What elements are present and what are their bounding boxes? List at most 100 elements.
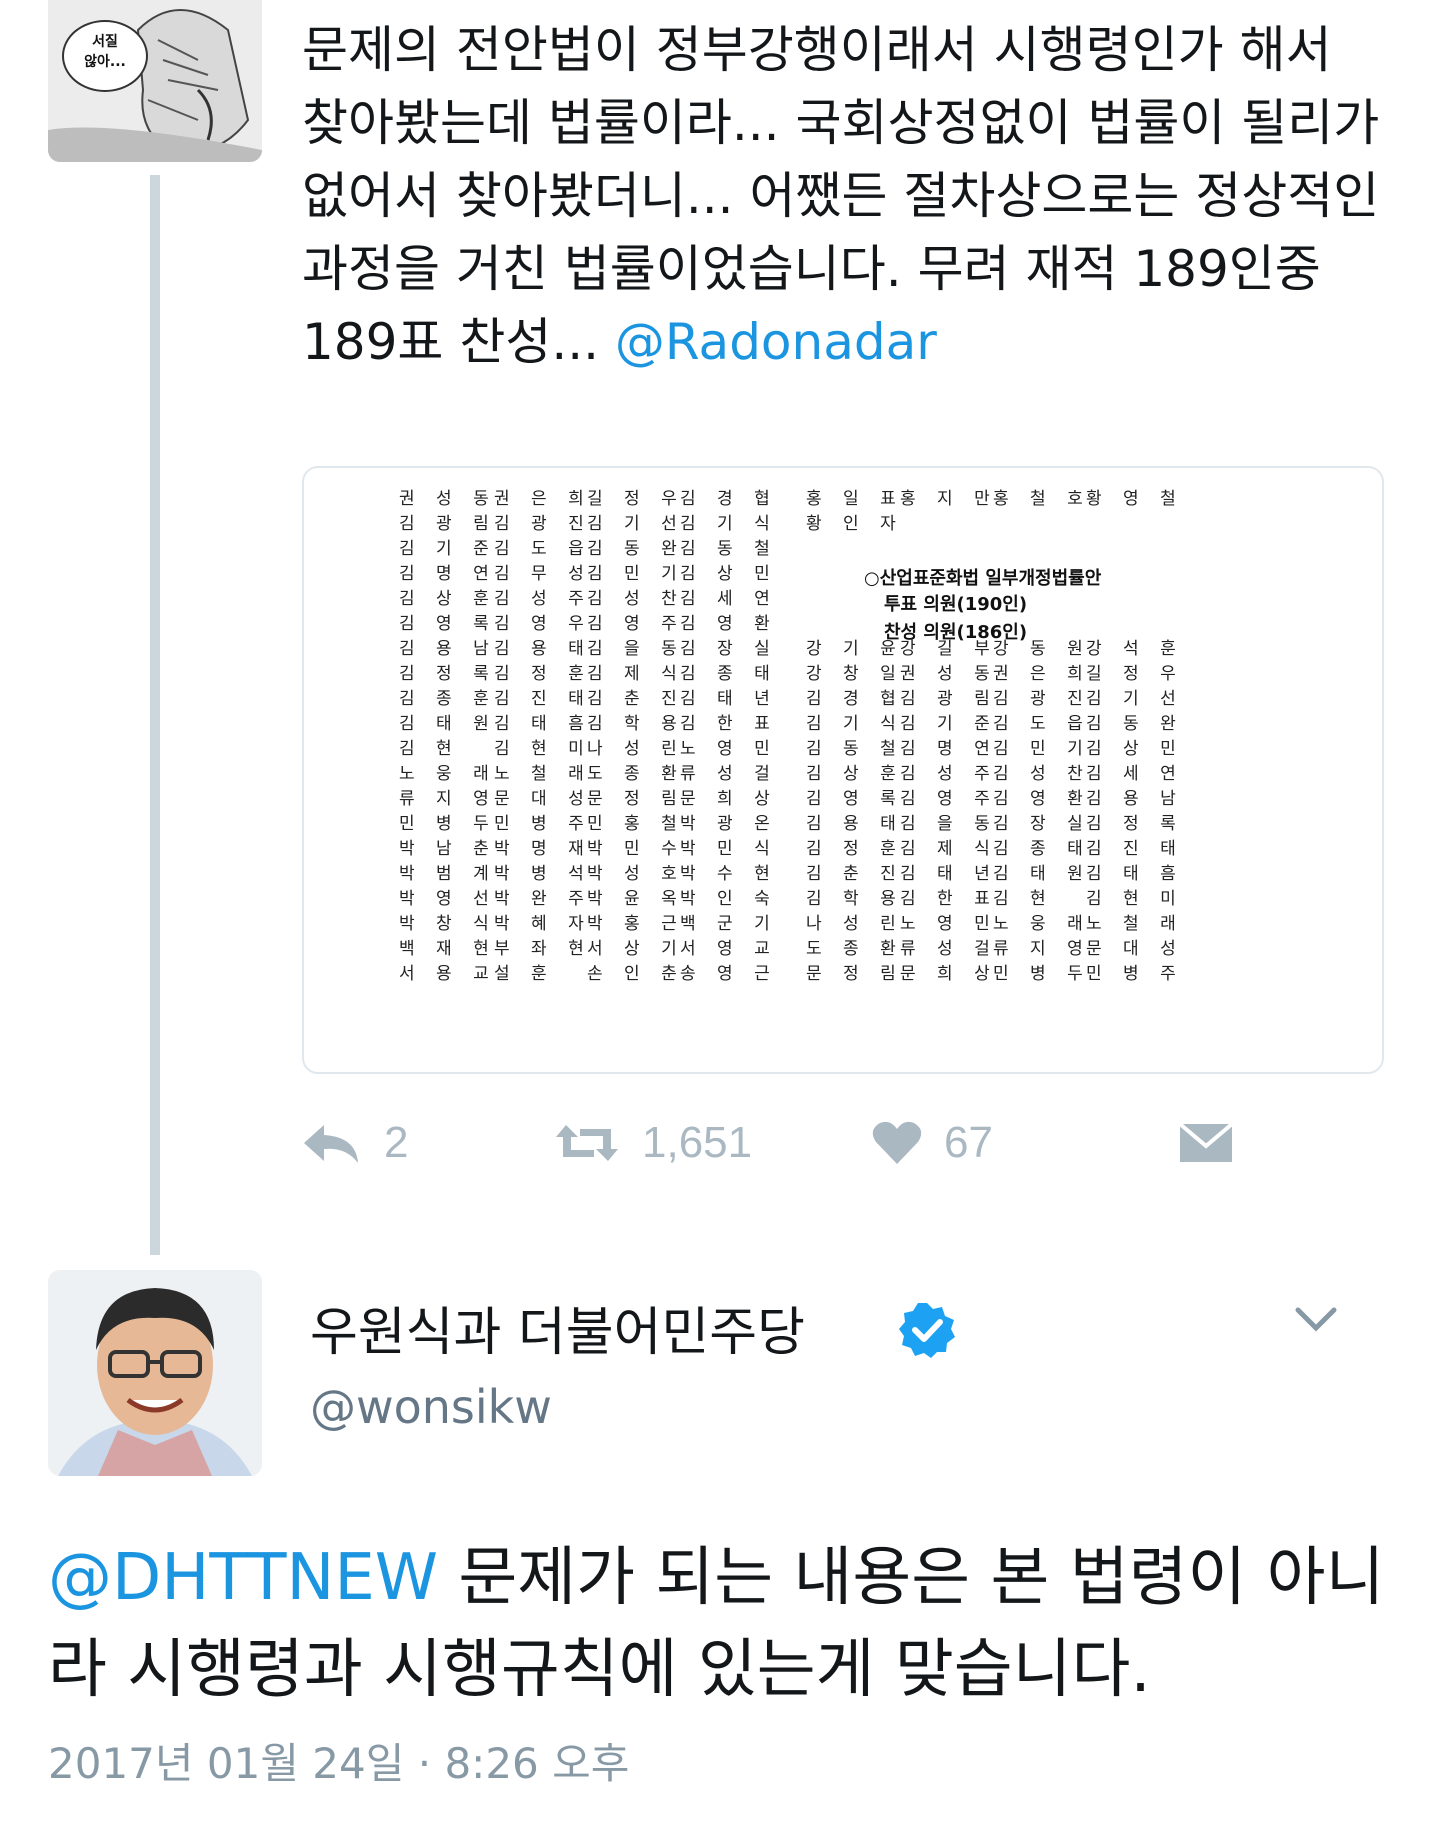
reply-mention-link[interactable]: @DHTTNEW <box>48 1541 438 1615</box>
member-name: 김 현 <box>993 889 1054 909</box>
member-name: 류 지 영 <box>993 939 1091 959</box>
member-name: 손 인 춘 <box>587 964 685 984</box>
member-name: 민 병 두 <box>993 964 1091 984</box>
member-name: 김 태 흠 <box>494 714 592 734</box>
display-name[interactable]: 우원식과 더불어민주당 <box>310 1290 805 1365</box>
member-name: 권 성 동 <box>900 664 998 684</box>
member-name: 박 명 재 <box>494 839 592 859</box>
member-name: 강 동 원 <box>993 639 1091 659</box>
member-name: 백 군 기 <box>680 914 778 934</box>
member-name: 강 창 일 <box>806 664 904 684</box>
member-name: 박 민 식 <box>680 839 778 859</box>
member-name: 권 은 희 <box>993 664 1091 684</box>
member-name: 김 학 용 <box>587 714 685 734</box>
member-name: 김 정 록 <box>1086 814 1184 834</box>
member-name: 김 영 주 <box>587 614 685 634</box>
attached-image[interactable]: 권 성 동김 광 림김 기 준김 명 연김 상 훈김 영 록김 용 남김 정 록… <box>302 466 1384 1074</box>
member-name: 류 성 걸 <box>680 764 778 784</box>
heart-icon <box>872 1121 922 1164</box>
member-name: 강 기 윤 <box>806 639 904 659</box>
reply-tweet-text: @DHTTNEW 문제가 되는 내용은 본 법령이 아니라 시행령과 시행규칙에… <box>48 1532 1408 1716</box>
member-name: 노 영 민 <box>900 914 998 934</box>
like-button[interactable]: 67 <box>872 1108 993 1178</box>
member-name: 김 진 태 <box>1086 839 1184 859</box>
member-name: 김 광 림 <box>900 689 998 709</box>
tweet-timestamp[interactable]: 2017년 01월 24일 · 8:26 오후 <box>48 1730 629 1791</box>
retweet-count: 1,651 <box>642 1118 753 1167</box>
member-name: 박 병 석 <box>494 864 592 884</box>
envelope-icon <box>1178 1122 1234 1162</box>
member-name: 나 성 린 <box>806 914 904 934</box>
member-name: 김 용 태 <box>494 639 592 659</box>
member-name: 노 철 래 <box>1086 914 1184 934</box>
reply-button[interactable]: 2 <box>302 1108 408 1178</box>
member-name: 김 을 동 <box>900 814 998 834</box>
retweet-icon <box>556 1125 618 1161</box>
member-name: 문 정 림 <box>806 964 904 984</box>
member-name: 송 영 근 <box>680 964 778 984</box>
chevron-down-icon[interactable] <box>1292 1300 1340 1340</box>
member-name: 설 훈 <box>494 964 555 984</box>
member-name: 김 성 찬 <box>993 764 1091 784</box>
member-name: 박 혜 자 <box>494 914 592 934</box>
member-name: 김 세 연 <box>680 589 778 609</box>
member-name: 김 동 완 <box>587 539 685 559</box>
member-name: 김 상 민 <box>1086 739 1184 759</box>
member-name: 김 학 용 <box>806 889 904 909</box>
member-name: 김 도 읍 <box>494 539 592 559</box>
member-name: 김 한 표 <box>680 714 778 734</box>
member-name: 박 윤 옥 <box>587 889 685 909</box>
member-name: 김 민 기 <box>587 564 685 584</box>
retweet-button[interactable]: 1,651 <box>554 1108 752 1178</box>
member-name: 김 성 주 <box>900 764 998 784</box>
quoted-author-avatar[interactable]: 서질 않아... <box>48 0 262 162</box>
member-name: 김 광 림 <box>399 514 497 534</box>
member-name: 노 영 민 <box>680 739 778 759</box>
member-name: 김 영 록 <box>806 789 904 809</box>
user-handle[interactable]: @wonsikw <box>310 1380 552 1434</box>
member-name: 김 종 태 <box>680 664 778 684</box>
member-name: 김 기 선 <box>1086 689 1184 709</box>
member-name: 김 상 훈 <box>399 589 497 609</box>
member-name: 박 수 현 <box>680 864 778 884</box>
member-name: 김 을 동 <box>587 639 685 659</box>
member-name: 문 희 상 <box>900 964 998 984</box>
member-name: 강 석 훈 <box>1086 639 1184 659</box>
member-name: 김 용 태 <box>806 814 904 834</box>
member-name: 부 좌 현 <box>494 939 592 959</box>
member-name: 길 정 우 <box>587 489 685 509</box>
reply-author-avatar[interactable] <box>48 1270 262 1476</box>
member-name: 김 현 미 <box>494 739 592 759</box>
member-name: 나 성 린 <box>587 739 685 759</box>
member-name: 강 길 부 <box>900 639 998 659</box>
member-name: 민 병 두 <box>399 814 497 834</box>
member-name: 박 홍 근 <box>587 914 685 934</box>
member-name: 김 종 태 <box>993 839 1091 859</box>
member-name: 김 동 철 <box>680 539 778 559</box>
member-name: 김 태 원 <box>993 864 1091 884</box>
member-name: 서 용 교 <box>399 964 497 984</box>
direct-message-button[interactable] <box>1178 1108 1234 1178</box>
member-name: 김 도 읍 <box>993 714 1091 734</box>
member-name: 김 상 훈 <box>806 764 904 784</box>
author-photo <box>48 1270 262 1476</box>
member-name: 김 제 식 <box>900 839 998 859</box>
member-name: 박 남 춘 <box>399 839 497 859</box>
member-name: 길 정 우 <box>1086 664 1184 684</box>
member-name: 황 인 자 <box>806 514 904 534</box>
member-name: 김 명 연 <box>399 564 497 584</box>
member-name: 백 재 현 <box>399 939 497 959</box>
member-name: 민 홍 철 <box>587 814 685 834</box>
member-name: 김 기 식 <box>680 514 778 534</box>
member-name: 김 상 민 <box>680 564 778 584</box>
mention-link[interactable]: @Radonadar <box>615 313 937 371</box>
reply-count: 2 <box>384 1118 409 1167</box>
member-name: 황 영 철 <box>1086 489 1184 509</box>
member-name: 김 영 주 <box>900 789 998 809</box>
member-name: 김 세 연 <box>1086 764 1184 784</box>
member-name: 김 제 식 <box>587 664 685 684</box>
member-name: 김 영 환 <box>993 789 1091 809</box>
member-name: 김 한 표 <box>900 889 998 909</box>
speech-bubble: 서질 않아... <box>62 20 148 92</box>
member-name: 도 종 환 <box>806 939 904 959</box>
